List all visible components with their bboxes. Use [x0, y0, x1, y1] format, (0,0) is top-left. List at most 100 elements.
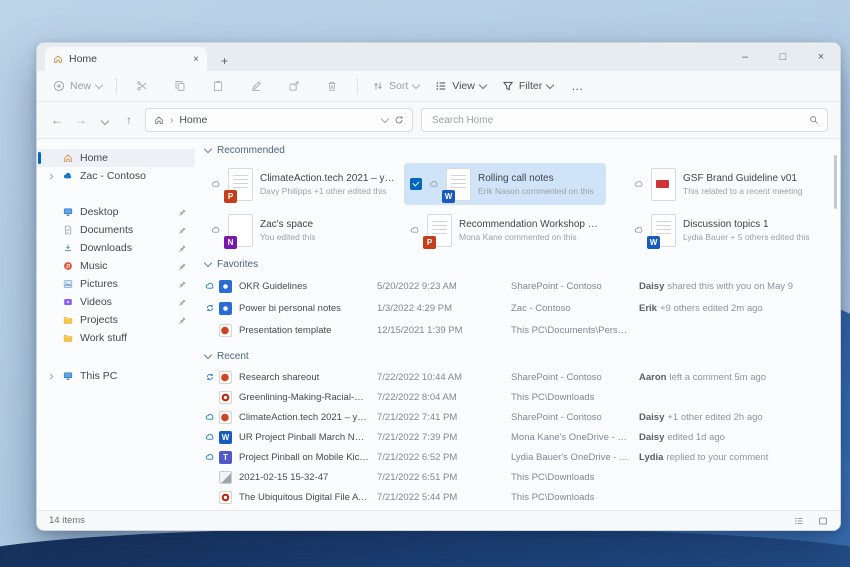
sidebar-item-label: Zac - Contoso [80, 170, 146, 182]
sidebar-item-documents[interactable]: Documents [37, 221, 195, 239]
vertical-scrollbar[interactable] [830, 139, 840, 510]
up-button[interactable]: ↑ [121, 113, 137, 127]
file-activity: Daisy edited 1d ago [639, 431, 725, 443]
sidebar-item-onedrive-zac[interactable]: Zac - Contoso [37, 167, 195, 185]
filter-button-label: Filter [518, 80, 543, 92]
scrollbar-thumb[interactable] [834, 155, 837, 209]
checkbox-checked-icon[interactable] [410, 178, 422, 190]
file-row-greenlining[interactable]: Greenlining-Making-Racial-Equity-Rea... … [205, 387, 828, 407]
sidebar-item-desktop[interactable]: Desktop [37, 203, 195, 221]
file-row-climateaction-review[interactable]: ClimateAction.tech 2021 – year in review… [205, 407, 828, 427]
file-card-climateaction[interactable]: P ClimateAction.tech 2021 – year in... D… [205, 163, 404, 205]
pin-icon [178, 226, 187, 235]
sidebar-item-label: Documents [80, 224, 134, 236]
details-view-toggle[interactable] [794, 516, 804, 526]
filter-button[interactable]: Filter [498, 80, 557, 92]
recommended-cards: P ClimateAction.tech 2021 – year in... D… [205, 163, 828, 251]
new-tab-button[interactable]: + [221, 55, 228, 67]
card-title: ClimateAction.tech 2021 – year in... [260, 172, 398, 184]
breadcrumb-bar[interactable]: › Home [145, 108, 413, 132]
pdf-file-icon [219, 490, 232, 504]
file-name: The Ubiquitous Digital File A Review o.. [239, 491, 377, 503]
share-button[interactable] [279, 80, 309, 92]
tab-home[interactable]: Home × [45, 47, 207, 71]
file-card-rolling-call-notes-selected[interactable]: W Rolling call notes Erik Nason commente… [404, 163, 606, 205]
sidebar-item-this-pc[interactable]: This PC [37, 367, 195, 385]
file-card-discussion-topics[interactable]: W Discussion topics 1 Lydia Bauer + 5 ot… [628, 209, 828, 251]
file-app-icon [219, 301, 232, 315]
forward-button[interactable]: → [73, 113, 89, 127]
sidebar-item-label: Pictures [80, 278, 118, 290]
maximize-button[interactable]: □ [764, 51, 802, 63]
copy-button[interactable] [165, 80, 195, 92]
sidebar-item-work-stuff[interactable]: Work stuff [37, 329, 195, 347]
delete-button[interactable] [317, 80, 347, 92]
file-row-ubiquitous-digital-file[interactable]: The Ubiquitous Digital File A Review o..… [205, 487, 828, 507]
file-date-modified: 7/21/2022 6:52 PM [377, 451, 458, 463]
funnel-icon [502, 80, 514, 92]
file-card-recommendation-workshop[interactable]: P Recommendation Workshop Content Mona K… [404, 209, 606, 251]
minimize-button[interactable]: – [726, 51, 764, 63]
file-name: Greenlining-Making-Racial-Equity-Rea... [239, 391, 377, 403]
file-card-zacs-space[interactable]: N Zac's space You edited this [205, 209, 404, 251]
see-more-button[interactable]: … [565, 79, 590, 93]
large-thumbnails-view-toggle[interactable] [818, 516, 828, 526]
file-activity: Aaron left a comment 5m ago [639, 371, 767, 383]
sidebar-item-music[interactable]: Music [37, 257, 195, 275]
file-name: Project Pinball on Mobile KickOff [239, 451, 377, 463]
rename-button[interactable] [241, 80, 271, 92]
file-date-modified: 7/22/2022 10:44 AM [377, 371, 463, 383]
pin-icon [178, 316, 187, 325]
back-button[interactable]: ← [49, 113, 65, 127]
card-subtitle: Erik Nason commented on this [478, 185, 594, 196]
chevron-right-icon[interactable] [47, 372, 56, 381]
file-row-presentation-template[interactable]: Presentation template 12/15/2021 1:39 PM… [205, 319, 828, 341]
search-input[interactable] [430, 113, 803, 127]
chevron-right-icon[interactable] [47, 172, 56, 181]
file-activity: Daisy shared this with you on May 9 [639, 280, 794, 292]
file-row-okr-guidelines[interactable]: OKR Guidelines 5/20/2022 9:23 AM SharePo… [205, 275, 828, 297]
sidebar-item-home[interactable]: Home [37, 149, 195, 167]
recent-locations-button[interactable] [97, 113, 113, 127]
card-subtitle: This related to a recent meeting [683, 185, 803, 196]
file-row-screenshot-2021[interactable]: 2021-02-15 15-32-47 7/21/2022 6:51 PM Th… [205, 467, 828, 487]
title-bar: Home × + – □ × [37, 43, 840, 71]
sidebar-item-label: Home [80, 152, 109, 164]
chevron-down-icon [545, 80, 555, 89]
file-activity [639, 492, 828, 503]
file-row-research-shareout[interactable]: Research shareout 7/22/2022 10:44 AM Sha… [205, 367, 828, 387]
cut-button[interactable] [127, 80, 157, 92]
file-location: This PC\Documents\Personal [511, 324, 636, 336]
section-header-recommended[interactable]: Recommended [203, 143, 828, 157]
sort-button-label: Sort [389, 80, 409, 92]
file-row-power-bi-notes[interactable]: Power bi personal notes 1/3/2022 4:29 PM… [205, 297, 828, 319]
folder-icon [63, 333, 73, 343]
close-button[interactable]: × [802, 51, 840, 63]
section-header-recent[interactable]: Recent [203, 349, 828, 363]
cloud-status-icon [429, 179, 439, 189]
section-header-favorites[interactable]: Favorites [203, 257, 828, 271]
file-row-project-pinball-kickoff[interactable]: T Project Pinball on Mobile KickOff 7/21… [205, 447, 828, 467]
refresh-icon[interactable] [394, 115, 404, 125]
sidebar-item-videos[interactable]: Videos [37, 293, 195, 311]
breadcrumb-item-home[interactable]: Home [179, 114, 207, 126]
sort-button[interactable]: Sort [368, 80, 423, 92]
sidebar-item-projects[interactable]: Projects [37, 311, 195, 329]
file-location: Mona Kane's OneDrive - Contoso [511, 431, 639, 443]
search-icon[interactable] [809, 115, 819, 125]
copy-icon [174, 80, 186, 92]
sidebar-item-pictures[interactable]: Pictures [37, 275, 195, 293]
file-location: SharePoint - Contoso [511, 280, 602, 292]
view-button[interactable]: View [431, 80, 490, 92]
chevron-down-icon [203, 258, 213, 267]
sidebar-item-downloads[interactable]: Downloads [37, 239, 195, 257]
chevron-down-icon[interactable] [380, 114, 390, 123]
new-button[interactable]: New [49, 80, 106, 92]
file-row-ur-project-pinball[interactable]: W UR Project Pinball March Notes 7/21/20… [205, 427, 828, 447]
search-box[interactable] [421, 108, 828, 132]
paste-button[interactable] [203, 80, 233, 92]
word-badge-icon: W [442, 189, 455, 203]
tab-close-icon[interactable]: × [193, 54, 199, 65]
file-card-gsf-brand-guideline[interactable]: GSF Brand Guideline v01 This related to … [628, 163, 828, 205]
powerpoint-file-icon [219, 323, 232, 337]
